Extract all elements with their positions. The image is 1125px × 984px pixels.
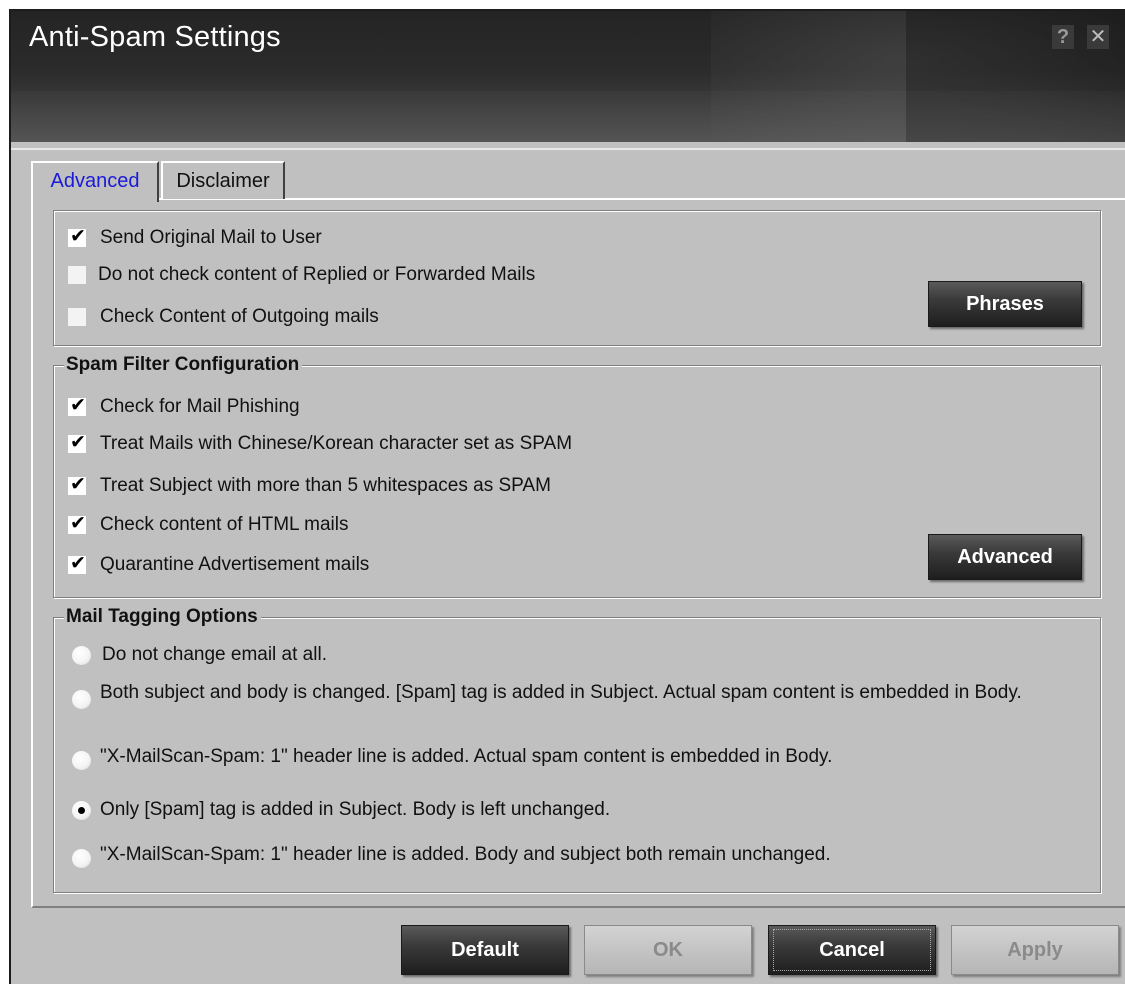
chinese-korean-checkbox[interactable]: ✔ xyxy=(68,432,86,453)
check-outgoing-checkbox[interactable] xyxy=(68,308,86,326)
tag-option-header-body[interactable]: "X-MailScan-Spam: 1" header line is adde… xyxy=(72,742,1052,772)
check-icon: ✔ xyxy=(70,432,86,453)
tag-option-header-only[interactable]: "X-MailScan-Spam: 1" header line is adde… xyxy=(72,840,1052,870)
whitespaces-checkbox[interactable]: ✔ xyxy=(68,474,86,495)
option-skip-replied-forwarded[interactable]: Do not check content of Replied or Forwa… xyxy=(68,260,768,290)
subject-only-radio[interactable] xyxy=(72,801,91,820)
general-options-group: ✔ Send Original Mail to User Do not chec… xyxy=(53,210,1101,346)
option-html-mails[interactable]: ✔ Check content of HTML mails xyxy=(68,510,668,540)
option-advertisement[interactable]: ✔ Quarantine Advertisement mails xyxy=(68,550,668,580)
check-icon: ✔ xyxy=(70,226,86,247)
option-whitespaces[interactable]: ✔ Treat Subject with more than 5 whitesp… xyxy=(68,471,768,501)
send-original-mail-label: Send Original Mail to User xyxy=(100,227,322,248)
subject-and-body-radio[interactable] xyxy=(72,690,91,709)
send-original-mail-checkbox[interactable]: ✔ xyxy=(68,226,86,247)
ok-button[interactable]: OK xyxy=(584,925,752,975)
close-icon[interactable]: ✕ xyxy=(1087,25,1109,49)
tag-option-subject-and-body[interactable]: Both subject and body is changed. [Spam]… xyxy=(72,678,1052,734)
tag-option-no-change[interactable]: Do not change email at all. xyxy=(72,640,1052,670)
mail-tagging-title: Mail Tagging Options xyxy=(64,606,261,628)
mail-tagging-group: Mail Tagging Options Do not change email… xyxy=(53,606,1101,893)
title-separator xyxy=(11,148,1125,150)
cancel-button[interactable]: Cancel xyxy=(768,925,936,975)
no-change-radio[interactable] xyxy=(72,646,91,665)
check-icon: ✔ xyxy=(70,513,86,534)
advertisement-label: Quarantine Advertisement mails xyxy=(100,554,370,575)
header-body-radio[interactable] xyxy=(72,751,91,770)
spam-filter-group: Spam Filter Configuration ✔ Check for Ma… xyxy=(53,354,1101,598)
no-change-label: Do not change email at all. xyxy=(102,644,327,665)
apply-button[interactable]: Apply xyxy=(951,925,1119,975)
check-icon: ✔ xyxy=(70,474,86,495)
whitespaces-label: Treat Subject with more than 5 whitespac… xyxy=(100,475,551,496)
phrases-button[interactable]: Phrases xyxy=(928,281,1082,327)
subject-and-body-label: Both subject and body is changed. [Spam]… xyxy=(100,682,1022,703)
title-bar-band xyxy=(11,91,1125,142)
tag-option-subject-only[interactable]: Only [Spam] tag is added in Subject. Bod… xyxy=(72,795,1052,825)
advanced-button[interactable]: Advanced xyxy=(928,534,1082,580)
window-title: Anti-Spam Settings xyxy=(29,21,281,53)
check-icon: ✔ xyxy=(70,395,86,416)
title-bar[interactable]: Anti-Spam Settings ? ✕ xyxy=(11,11,1125,142)
chinese-korean-label: Treat Mails with Chinese/Korean characte… xyxy=(100,433,573,454)
mail-phishing-checkbox[interactable]: ✔ xyxy=(68,395,86,416)
anti-spam-settings-dialog: Anti-Spam Settings ? ✕ Advanced Disclaim… xyxy=(9,9,1125,984)
skip-replied-forwarded-checkbox[interactable] xyxy=(68,266,86,284)
skip-replied-forwarded-label: Do not check content of Replied or Forwa… xyxy=(98,264,536,285)
html-mails-checkbox[interactable]: ✔ xyxy=(68,513,86,534)
header-only-radio[interactable] xyxy=(72,849,91,868)
spam-filter-title: Spam Filter Configuration xyxy=(64,354,303,376)
default-button[interactable]: Default xyxy=(401,925,569,975)
option-mail-phishing[interactable]: ✔ Check for Mail Phishing xyxy=(68,392,668,422)
check-icon: ✔ xyxy=(70,553,86,574)
help-icon[interactable]: ? xyxy=(1052,25,1074,49)
radio-selected-dot xyxy=(78,807,85,814)
header-body-label: "X-MailScan-Spam: 1" header line is adde… xyxy=(100,746,833,767)
header-only-label: "X-MailScan-Spam: 1" header line is adde… xyxy=(100,844,831,865)
tab-advanced[interactable]: Advanced xyxy=(31,161,159,202)
option-check-outgoing[interactable]: Check Content of Outgoing mails xyxy=(68,302,668,332)
subject-only-label: Only [Spam] tag is added in Subject. Bod… xyxy=(100,799,611,820)
check-outgoing-label: Check Content of Outgoing mails xyxy=(100,306,379,327)
html-mails-label: Check content of HTML mails xyxy=(100,514,349,535)
advertisement-checkbox[interactable]: ✔ xyxy=(68,553,86,574)
option-send-original-mail[interactable]: ✔ Send Original Mail to User xyxy=(68,223,668,253)
option-chinese-korean[interactable]: ✔ Treat Mails with Chinese/Korean charac… xyxy=(68,429,768,459)
tab-disclaimer[interactable]: Disclaimer xyxy=(161,161,285,199)
mail-phishing-label: Check for Mail Phishing xyxy=(100,396,300,417)
